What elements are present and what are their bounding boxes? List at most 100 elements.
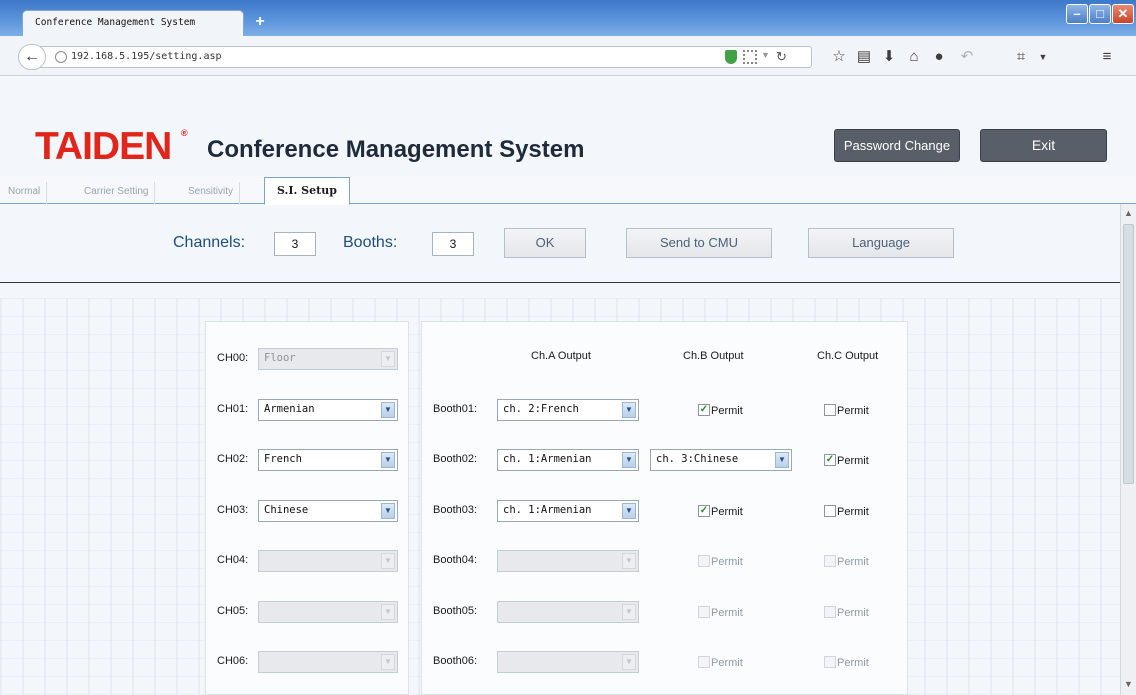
tab-carrier-setting[interactable]: Carrier Setting: [78, 182, 156, 204]
reading-list-icon[interactable]: ▤: [855, 48, 873, 66]
ch-c-permit-checkbox: [824, 555, 836, 567]
channel-label: CH02:: [217, 453, 249, 465]
booth-label: Booth06:: [433, 655, 478, 667]
language-button[interactable]: Language: [808, 228, 954, 258]
taiden-logo: TAIDEN: [35, 125, 172, 168]
ch-a-output-select: ▼: [497, 550, 639, 572]
ch-c-permit-label: Permit: [837, 455, 869, 467]
reload-icon[interactable]: ↻: [776, 49, 787, 65]
chevron-down-icon: ▼: [381, 502, 395, 519]
address-bar[interactable]: 192.168.5.195/setting.asp ▼ ↻: [30, 46, 812, 68]
ok-button[interactable]: OK: [504, 228, 586, 258]
maximize-button[interactable]: □: [1089, 4, 1111, 24]
ch-b-permit-checkbox[interactable]: ✓: [698, 504, 710, 517]
booth-panel: Ch.A Output Ch.B Output Ch.C Output Boot…: [421, 321, 908, 695]
chevron-down-icon: ▼: [622, 654, 636, 670]
ch-b-permit-label: Permit: [711, 556, 743, 568]
channel-language-select: ▼: [258, 550, 398, 572]
channel-language-value: Floor: [264, 352, 296, 364]
scroll-down-icon[interactable]: ▼: [1124, 679, 1133, 689]
ch-b-permit-checkbox: [698, 605, 710, 618]
chevron-down-icon: ▼: [622, 452, 636, 468]
ch-a-output-select: ▼: [497, 600, 639, 623]
channel-label: CH05:: [217, 604, 249, 617]
send-to-cmu-button[interactable]: Send to CMU: [626, 228, 772, 258]
ch-b-permit-checkbox: [698, 555, 710, 567]
shield-icon[interactable]: [725, 50, 737, 64]
exit-button[interactable]: Exit: [980, 129, 1107, 162]
menu-icon[interactable]: ≡: [1098, 48, 1116, 66]
ch-c-permit-label: Permit: [837, 606, 869, 619]
minimize-button[interactable]: –: [1066, 4, 1088, 24]
channels-input[interactable]: 3: [274, 232, 316, 256]
booths-input[interactable]: 3: [432, 232, 474, 256]
booth-label: Booth05:: [433, 604, 478, 617]
ch-c-permit-checkbox: [824, 656, 836, 668]
ch-b-output-header: Ch.B Output: [683, 350, 744, 362]
ch-c-output-header: Ch.C Output: [817, 350, 879, 362]
chevron-down-icon: ▼: [381, 452, 395, 468]
ch-c-permit-label: Permit: [837, 404, 869, 417]
channel-language-value: Armenian: [264, 402, 315, 415]
chevron-down-icon: ▼: [381, 401, 395, 418]
ch-a-output-select-value: ch. 1:Armenian: [503, 453, 592, 465]
undo-icon[interactable]: ↶: [958, 48, 976, 66]
url-dropdown-icon[interactable]: ▼: [761, 50, 770, 60]
ch-b-output-select[interactable]: ch. 3:Chinese ▼: [650, 449, 792, 471]
ch-b-permit-checkbox[interactable]: ✓: [698, 403, 710, 416]
ch-b-permit-label: Permit: [711, 505, 743, 518]
booth-label: Booth02:: [433, 453, 478, 465]
tab-sensitivity[interactable]: Sensitivity: [182, 182, 241, 204]
url-text: 192.168.5.195/setting.asp: [71, 51, 222, 62]
back-button[interactable]: ←: [18, 44, 46, 70]
channel-label: CH04:: [217, 554, 249, 566]
scrollbar-thumb[interactable]: [1123, 224, 1134, 484]
ch-c-permit-checkbox[interactable]: [824, 403, 836, 416]
ch-a-output-select-value: ch. 2:French: [503, 402, 579, 415]
ch-c-permit-label: Permit: [837, 556, 869, 568]
vertical-scrollbar[interactable]: ▲ ▼: [1120, 204, 1136, 695]
chevron-down-icon: ▼: [622, 553, 636, 569]
ch-a-output-select[interactable]: ch. 1:Armenian ▼: [497, 449, 639, 471]
qr-code-icon[interactable]: [743, 50, 757, 64]
separator-line: [0, 282, 1120, 283]
home-icon[interactable]: ⌂: [905, 48, 923, 66]
channel-label: CH06:: [217, 655, 249, 667]
chevron-down-icon: ▼: [622, 603, 636, 620]
password-change-button[interactable]: Password Change: [834, 129, 960, 162]
ch-b-permit-label: Permit: [711, 404, 743, 417]
crop-dropdown-icon[interactable]: ▼: [1034, 48, 1052, 66]
page-content: TAIDEN ® Conference Management System Pa…: [0, 76, 1136, 695]
browser-tab-title: Conference Management System: [35, 17, 196, 28]
crop-icon[interactable]: ⌗: [1012, 48, 1030, 66]
ch-a-output-select[interactable]: ch. 1:Armenian ▼: [497, 499, 639, 522]
ch-c-permit-label: Permit: [837, 505, 869, 518]
ch-c-permit-checkbox[interactable]: [824, 504, 836, 517]
download-icon[interactable]: ⬇: [880, 48, 898, 66]
bookmark-star-icon[interactable]: ☆: [830, 48, 848, 66]
browser-tab[interactable]: Conference Management System: [22, 10, 244, 36]
channel-language-select: ▼: [258, 651, 398, 673]
chevron-down-icon: ▼: [381, 654, 395, 670]
ch-b-permit-checkbox: [698, 656, 710, 668]
channel-language-select: ▼: [258, 600, 398, 623]
tab-si-setup[interactable]: S.I. Setup: [264, 177, 350, 205]
chevron-down-icon: ▼: [381, 603, 395, 620]
channel-label: CH00:: [217, 352, 249, 364]
ch-a-output-select[interactable]: ch. 2:French ▼: [497, 398, 639, 421]
tab-normal[interactable]: Normal: [2, 182, 48, 204]
channel-language-value: Chinese: [264, 503, 309, 516]
chat-icon[interactable]: ●: [930, 48, 948, 66]
channel-language-select[interactable]: Chinese ▼: [258, 499, 398, 522]
channel-label: CH01:: [217, 402, 249, 415]
channel-language-select[interactable]: Armenian ▼: [258, 398, 398, 421]
new-tab-button[interactable]: +: [252, 14, 268, 30]
scroll-up-icon[interactable]: ▲: [1124, 208, 1133, 218]
close-window-button[interactable]: ✕: [1112, 4, 1134, 24]
booth-label: Booth03:: [433, 503, 478, 516]
ch-a-output-select-value: ch. 1:Armenian: [503, 503, 592, 516]
app-title: Conference Management System: [207, 136, 585, 163]
title-bar: Conference Management System + – □ ✕: [0, 0, 1136, 36]
ch-c-permit-checkbox[interactable]: ✓: [824, 454, 836, 466]
channel-language-select[interactable]: French ▼: [258, 449, 398, 471]
